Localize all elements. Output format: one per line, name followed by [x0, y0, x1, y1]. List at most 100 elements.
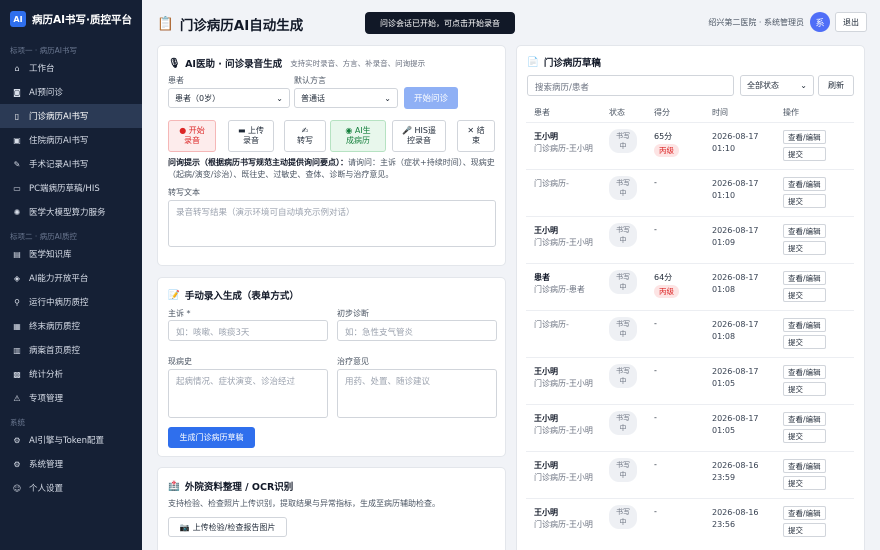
time-clock: 23:59: [712, 472, 736, 482]
patient-select[interactable]: 患者（0岁） ⌄: [168, 88, 290, 108]
sidebar-item[interactable]: ☺ 个人设置: [0, 476, 142, 500]
submit-button[interactable]: 提交: [783, 476, 826, 490]
transcript-textarea[interactable]: 录音转写结果（演示环境可自动填充示例对话）: [168, 200, 496, 247]
consult-tool-button[interactable]: 🎤 HIS遥 控录音: [392, 120, 446, 152]
time-date: 2026-08-17: [712, 226, 759, 235]
view-edit-button[interactable]: 查看/编辑: [783, 459, 826, 473]
sidebar-item[interactable]: ⚙ 系统管理: [0, 452, 142, 476]
sidebar-item[interactable]: ▣ 住院病历AI书写: [0, 128, 142, 152]
view-edit-button[interactable]: 查看/编辑: [783, 224, 826, 238]
manual-card-title: 📝 手动录入生成（表单方式）: [168, 288, 299, 303]
view-edit-button[interactable]: 查看/编辑: [783, 412, 826, 426]
sidebar-item[interactable]: ◈ AI能力开放平台: [0, 266, 142, 290]
row-patient: 王小明 门诊病历-王小明: [534, 131, 593, 154]
row-time: 2026-08-17 01:05: [712, 366, 759, 389]
record-title: 门诊病历-王小明: [534, 472, 593, 482]
tool-button-line1: ▬ 上传: [238, 126, 264, 136]
consult-tool-button[interactable]: ◉ AI生 成病历: [330, 120, 386, 152]
score-value: -: [654, 507, 657, 516]
view-edit-button[interactable]: 查看/编辑: [783, 506, 826, 520]
view-edit-button[interactable]: 查看/编辑: [783, 271, 826, 285]
tool-label-line1: 开始: [188, 125, 205, 135]
sidebar-item[interactable]: ◙ AI预问诊: [0, 80, 142, 104]
upload-report-button[interactable]: 📷 上传检验/检查报告图片: [168, 517, 287, 537]
view-edit-button[interactable]: 查看/编辑: [783, 177, 826, 191]
sidebar-item[interactable]: ⚙ AI引擎与Token配置: [0, 428, 142, 452]
submit-button[interactable]: 提交: [783, 429, 826, 443]
consult-card-title: 🎙 AI医助 · 问诊录音生成 支持实时录音、方言、补录音、问询提示: [168, 56, 425, 71]
treatment-textarea[interactable]: 用药、处置、随诊建议: [337, 369, 497, 418]
draft-search-input[interactable]: 搜索病历/患者: [527, 75, 734, 96]
sidebar-item[interactable]: ⌂ 工作台: [0, 56, 142, 80]
patient-name: 王小明: [534, 132, 558, 141]
logout-button[interactable]: 退出: [835, 12, 867, 32]
sidebar-item-label: 门诊病历AI书写: [29, 112, 89, 122]
avatar[interactable]: 系: [810, 12, 830, 32]
sidebar-item[interactable]: ▩ 统计分析: [0, 362, 142, 386]
start-consult-button[interactable]: 开始问诊: [404, 87, 458, 109]
sidebar-item[interactable]: ✎ 手术记录AI书写: [0, 152, 142, 176]
submit-button[interactable]: 提交: [783, 241, 826, 255]
row-score: 65分 丙级: [654, 131, 679, 157]
tool-button-line1: ✍: [302, 126, 309, 136]
sidebar-item[interactable]: ✺ 医学大模型算力服务: [0, 200, 142, 224]
sidebar-section-title: 系统: [10, 418, 25, 427]
toast-notification: 问诊会话已开始，可点击开始录音: [365, 12, 515, 34]
patient-name: 王小明: [534, 508, 558, 517]
consult-tool-button[interactable]: ✕ 结束: [457, 120, 495, 152]
sidebar-item[interactable]: ▦ 终末病历质控: [0, 314, 142, 338]
status-badge: 书写中: [609, 505, 637, 529]
record-title: 门诊病历-患者: [534, 284, 585, 294]
sidebar-item-icon: ◙: [13, 87, 21, 97]
submit-button[interactable]: 提交: [783, 335, 826, 349]
dialect-select[interactable]: 普通话 ⌄: [294, 88, 398, 108]
score-value: -: [654, 413, 657, 422]
view-edit-button[interactable]: 查看/编辑: [783, 365, 826, 379]
treatment-label: 治疗意见: [337, 357, 369, 366]
row-ops: 查看/编辑提交: [783, 177, 826, 208]
sidebar-item-icon: ⚙: [13, 459, 21, 469]
refresh-button[interactable]: 刷新: [818, 75, 854, 96]
time-date: 2026-08-17: [712, 367, 759, 376]
submit-button[interactable]: 提交: [783, 382, 826, 396]
sidebar-item[interactable]: ▤ 医学知识库: [0, 242, 142, 266]
tool-icon: ◉: [345, 125, 353, 135]
row-score: -: [654, 178, 657, 187]
row-ops: 查看/编辑提交: [783, 506, 826, 537]
sidebar-item[interactable]: ▥ 病案首页质控: [0, 338, 142, 362]
status-line1: 书写: [616, 179, 630, 187]
complaint-input[interactable]: 如：咳嗽、咳痰3天: [168, 320, 328, 341]
column-header-patient: 患者: [534, 108, 550, 117]
sidebar-item[interactable]: ⚠ 专项管理: [0, 386, 142, 410]
submit-button[interactable]: 提交: [783, 288, 826, 302]
brand-logo-icon: AI: [10, 11, 26, 27]
time-date: 2026-08-17: [712, 320, 759, 329]
sidebar-item-icon: ⚲: [14, 297, 20, 307]
tool-icon: ▬: [237, 125, 246, 135]
submit-button[interactable]: 提交: [783, 147, 826, 161]
submit-button[interactable]: 提交: [783, 194, 826, 208]
view-edit-button[interactable]: 查看/编辑: [783, 318, 826, 332]
diagnosis-input[interactable]: 如：急性支气管炎: [337, 320, 497, 341]
upload-report-label: 上传检验/检查报告图片: [192, 522, 276, 532]
sidebar-item[interactable]: ▯ 门诊病历AI书写: [0, 104, 142, 128]
consult-tool-button[interactable]: ● 开始 录音: [168, 120, 216, 152]
table-row: 王小明 门诊病历-王小明 书写中 -2026-08-16 23:56 查看/编辑 提交: [526, 498, 854, 545]
consult-tool-button[interactable]: ▬ 上传 录音: [228, 120, 274, 152]
status-filter-select[interactable]: 全部状态 ⌄: [740, 75, 814, 96]
sidebar-section-title: 标项二 · 病历AI质控: [10, 232, 77, 241]
tool-label-line2: 束: [472, 136, 480, 145]
sidebar-item-icon: ⚠: [13, 393, 21, 403]
submit-button[interactable]: 提交: [783, 523, 826, 537]
row-score: -: [654, 319, 657, 328]
history-textarea[interactable]: 起病情况、症状演变、诊治经过: [168, 369, 328, 418]
record-title: 门诊病历-王小明: [534, 378, 593, 388]
status-line1: 书写: [616, 132, 630, 140]
generate-draft-button[interactable]: 生成门诊病历草稿: [168, 427, 255, 448]
consult-tool-button[interactable]: ✍ 转写: [284, 120, 326, 152]
sidebar-item-icon: ▣: [13, 135, 21, 145]
row-patient: 王小明 门诊病历-王小明: [534, 507, 593, 530]
sidebar-item[interactable]: ⚲ 运行中病历质控: [0, 290, 142, 314]
sidebar-item[interactable]: ▭ PC端病历草稿/HIS: [0, 176, 142, 200]
view-edit-button[interactable]: 查看/编辑: [783, 130, 826, 144]
